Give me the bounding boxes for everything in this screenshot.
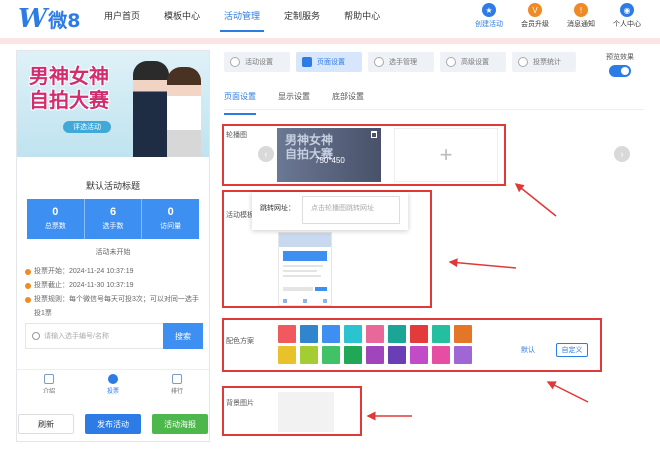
arrow-template — [448, 258, 517, 269]
arrow-palette — [546, 381, 589, 403]
annotation-arrows — [366, 183, 589, 421]
arrow-carousel — [514, 183, 557, 217]
